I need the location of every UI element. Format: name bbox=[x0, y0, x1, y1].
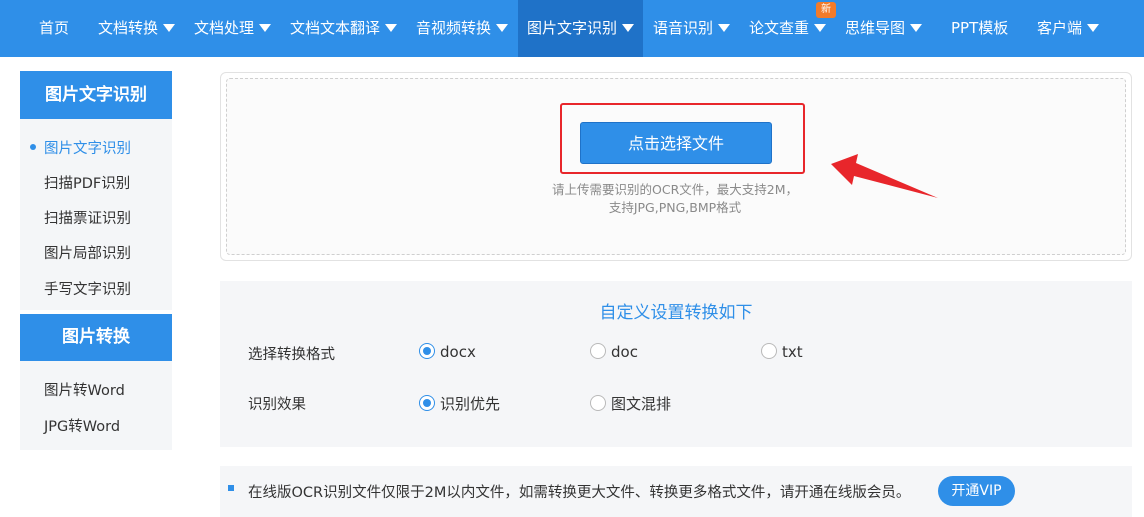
format-option-docx[interactable]: docx bbox=[419, 342, 476, 361]
chevron-down-icon bbox=[385, 23, 398, 32]
sidebar-item-image-partial[interactable]: 图片局部识别 bbox=[44, 242, 131, 263]
sidebar-group2-title: 图片转换 bbox=[20, 314, 172, 361]
red-arrow-icon bbox=[831, 154, 938, 198]
effect-option-mixed-layout[interactable]: 图文混排 bbox=[590, 393, 671, 414]
radio-unchecked-icon[interactable] bbox=[590, 342, 606, 359]
select-file-button[interactable]: 点击选择文件 bbox=[580, 122, 772, 164]
settings-title: 自定义设置转换如下 bbox=[599, 303, 753, 323]
radio-unchecked-icon[interactable] bbox=[590, 394, 606, 411]
nav-mindmap[interactable]: 思维导图 bbox=[845, 0, 923, 57]
nav-paper-check[interactable]: 论文查重 bbox=[749, 0, 827, 57]
chevron-down-icon bbox=[1087, 23, 1100, 32]
nav-doc-process[interactable]: 文档处理 bbox=[194, 0, 272, 57]
sidebar-item-handwriting[interactable]: 手写文字识别 bbox=[44, 278, 131, 299]
chevron-down-icon bbox=[163, 23, 176, 32]
bullet-icon bbox=[228, 485, 234, 491]
format-option-txt[interactable]: txt bbox=[761, 342, 803, 361]
effect-label: 识别效果 bbox=[248, 397, 306, 413]
chevron-down-icon bbox=[814, 23, 827, 32]
chevron-down-icon bbox=[910, 23, 923, 32]
nav-doc-convert[interactable]: 文档转换 bbox=[98, 0, 176, 57]
new-badge: 新 bbox=[816, 2, 836, 18]
nav-speech-recognition[interactable]: 语音识别 bbox=[653, 0, 731, 57]
chevron-down-icon bbox=[622, 23, 635, 32]
chevron-down-icon bbox=[718, 23, 731, 32]
nav-av-convert[interactable]: 音视频转换 bbox=[416, 0, 509, 57]
chevron-down-icon bbox=[259, 23, 272, 32]
sidebar-item-image-to-word[interactable]: 图片转Word bbox=[44, 379, 125, 400]
radio-checked-icon[interactable] bbox=[419, 342, 435, 359]
notice-text: 在线版OCR识别文件仅限于2M以内文件，如需转换更大文件、转换更多格式文件，请开… bbox=[248, 485, 911, 501]
open-vip-button[interactable]: 开通VIP bbox=[938, 476, 1015, 506]
chevron-down-icon bbox=[496, 23, 509, 32]
nav-image-ocr[interactable]: 图片文字识别 bbox=[518, 0, 644, 57]
sidebar-item-jpg-to-word[interactable]: JPG转Word bbox=[44, 415, 120, 436]
sidebar-group2-panel bbox=[20, 361, 172, 450]
top-navbar: 首页 文档转换 文档处理 文档文本翻译 音视频转换 图片文字识别 语音识别 论文… bbox=[0, 0, 1144, 57]
sidebar-group1-title: 图片文字识别 bbox=[20, 71, 172, 119]
active-dot-icon bbox=[30, 144, 36, 150]
sidebar-item-scan-pdf[interactable]: 扫描PDF识别 bbox=[44, 172, 130, 193]
sidebar-item-scan-ticket[interactable]: 扫描票证识别 bbox=[44, 207, 131, 228]
nav-client[interactable]: 客户端 bbox=[1037, 0, 1100, 57]
radio-unchecked-icon[interactable] bbox=[761, 342, 777, 359]
upload-hint-line2: 支持JPG,PNG,BMP格式 bbox=[608, 200, 742, 215]
effect-option-recognition-first[interactable]: 识别优先 bbox=[419, 393, 500, 414]
upload-hint-line1: 请上传需要识别的OCR文件，最大支持2M， bbox=[552, 182, 798, 197]
nav-doc-translate[interactable]: 文档文本翻译 bbox=[290, 0, 398, 57]
format-option-doc[interactable]: doc bbox=[590, 342, 638, 361]
nav-ppt-template[interactable]: PPT模板 bbox=[951, 0, 1008, 57]
sidebar-item-image-ocr[interactable]: 图片文字识别 bbox=[44, 137, 131, 158]
radio-checked-icon[interactable] bbox=[419, 394, 435, 411]
format-label: 选择转换格式 bbox=[248, 347, 335, 363]
nav-home[interactable]: 首页 bbox=[39, 0, 69, 57]
